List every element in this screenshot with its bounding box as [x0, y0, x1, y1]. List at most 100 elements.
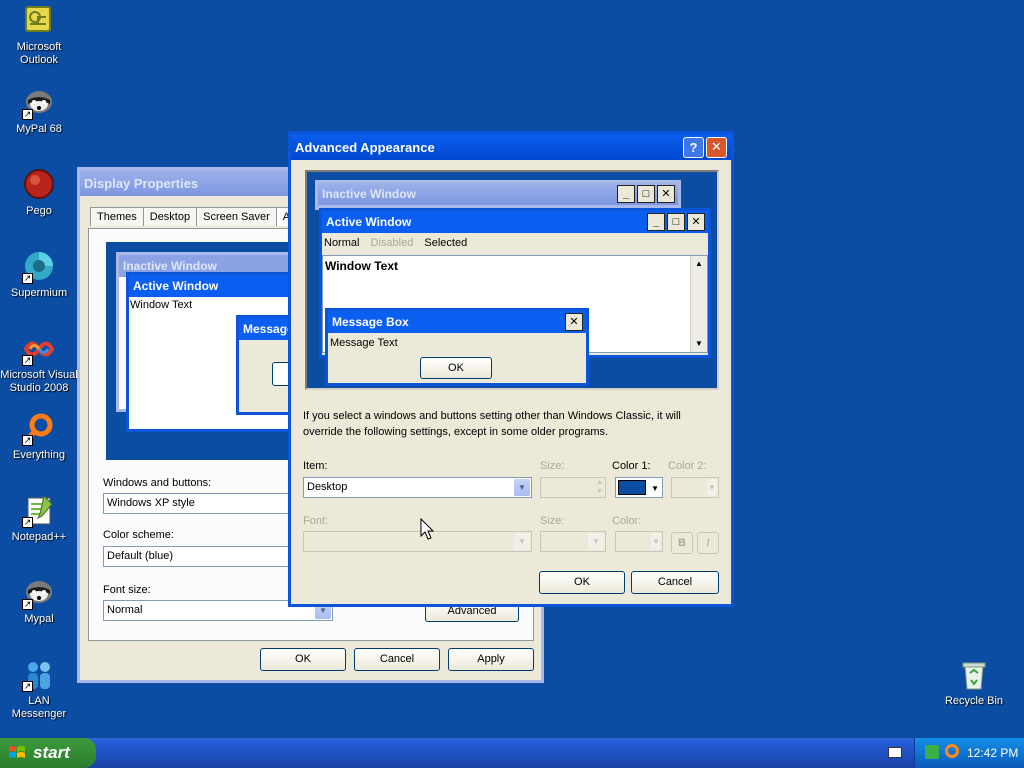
advanced-preview[interactable]: Inactive Window _ □ ✕ Active Window _ □ ✕ No…: [305, 170, 719, 390]
close-icon[interactable]: ✕: [706, 136, 727, 158]
preview-message-title-text: Message Box: [332, 315, 409, 329]
preview-inactive-title-text: Inactive Window: [322, 187, 416, 201]
maximize-icon: □: [667, 213, 685, 231]
everything-icon: ↗: [22, 412, 56, 446]
preview-message-box: Message Box ✕ Message Text OK: [325, 308, 589, 386]
advanced-appearance-titlebar[interactable]: Advanced Appearance ? ✕: [291, 134, 731, 160]
shortcut-arrow-icon: ↗: [22, 599, 33, 610]
recycle-bin-icon: [957, 658, 991, 692]
preview-scrollbar: ▲ ▼: [690, 256, 707, 352]
font-size-select[interactable]: ▼: [540, 531, 606, 552]
windows-buttons-value: Windows XP style: [107, 497, 195, 509]
tab-desktop[interactable]: Desktop: [142, 207, 198, 226]
clock[interactable]: 12:42 PM: [967, 746, 1018, 760]
color-scheme-value: Default (blue): [107, 550, 174, 562]
visual-studio-icon: ↗: [22, 332, 56, 366]
shortcut-arrow-icon: ↗: [22, 273, 33, 284]
scroll-up-icon: ▲: [695, 259, 703, 268]
window-title: Advanced Appearance: [295, 139, 435, 155]
preview-menu-bar: Normal Disabled Selected: [322, 233, 708, 253]
desktop-icon-mypal-68[interactable]: ↗ MyPal 68: [0, 86, 78, 136]
desktop-icon-notepadpp[interactable]: ↗ Notepad++: [0, 494, 78, 544]
shortcut-arrow-icon: ↗: [22, 109, 33, 120]
desktop-icon-outlook[interactable]: Microsoft Outlook: [0, 4, 78, 67]
shortcut-arrow-icon: ↗: [22, 435, 33, 446]
bold-button[interactable]: B: [671, 532, 693, 554]
tab-themes[interactable]: Themes: [90, 207, 144, 226]
windows-flag-icon: [9, 746, 25, 758]
close-icon: ✕: [657, 185, 675, 203]
item-select[interactable]: Desktop ▼: [303, 477, 532, 498]
minimize-icon: _: [617, 185, 635, 203]
spinner-arrows-icon: ▲ ▼: [596, 479, 603, 495]
notepadpp-icon: ↗: [22, 494, 56, 528]
item-value: Desktop: [307, 481, 348, 493]
lan-messenger-icon: ↗: [22, 658, 56, 692]
chevron-down-icon: ▼: [514, 533, 530, 550]
tab-screen-saver[interactable]: Screen Saver: [196, 207, 277, 226]
ok-button[interactable]: OK: [539, 571, 625, 594]
minimize-icon: _: [647, 213, 665, 231]
close-icon: ✕: [687, 213, 705, 231]
size-spinner[interactable]: ▲ ▼: [540, 477, 606, 498]
start-label: start: [33, 743, 70, 762]
dropdown-arrow-icon: ▼: [651, 484, 659, 493]
preview-message-text: Message Text: [330, 337, 398, 349]
cancel-button[interactable]: Cancel: [631, 571, 719, 594]
help-icon[interactable]: ?: [683, 136, 704, 158]
search-tray-icon[interactable]: [945, 744, 959, 758]
preview-message-title: Message Box ✕: [328, 311, 586, 333]
keyboard-icon[interactable]: [888, 747, 902, 758]
pego-icon: [22, 168, 56, 202]
raccoon-icon: ↗: [22, 86, 56, 120]
desktop-icon-recycle-bin[interactable]: Recycle Bin: [935, 658, 1013, 708]
desktop-icon-pego[interactable]: Pego: [0, 168, 78, 218]
maximize-icon: □: [637, 185, 655, 203]
apply-button[interactable]: Apply: [448, 648, 534, 671]
desktop-icon-visual-studio-2008[interactable]: ↗ Microsoft Visual Studio 2008: [0, 332, 78, 395]
font-color-label: Color:: [612, 515, 642, 527]
close-icon: ✕: [565, 313, 583, 331]
size-label: Size:: [540, 460, 565, 472]
preview-active-buttons: _ □ ✕: [647, 213, 705, 231]
item-label: Item:: [303, 460, 328, 472]
ok-button[interactable]: OK: [260, 648, 346, 671]
color1-picker[interactable]: ▼: [615, 477, 663, 498]
preview-message-buttons: ✕: [565, 313, 583, 331]
chevron-down-icon: ▼: [588, 533, 604, 550]
desktop-icon-everything[interactable]: ↗ Everything: [0, 412, 78, 462]
preview-menu-disabled: Disabled: [370, 237, 414, 249]
mouse-cursor-icon: [420, 517, 435, 543]
shortcut-arrow-icon: ↗: [22, 355, 33, 366]
color2-label: Color 2:: [668, 460, 707, 472]
network-tray-icon[interactable]: [925, 745, 939, 759]
raccoon-icon: ↗: [22, 576, 56, 610]
start-button[interactable]: start: [0, 738, 96, 768]
preview-active-title-text: Active Window: [326, 215, 412, 229]
system-tray: 12:42 PM: [914, 738, 1024, 768]
preview-menu-selected: Selected: [424, 237, 468, 249]
preview-inactive-buttons: _ □ ✕: [617, 185, 675, 203]
color1-swatch: [618, 480, 646, 495]
desktop-icon-mypal[interactable]: ↗ Mypal: [0, 576, 78, 626]
font-size-value: Normal: [107, 604, 143, 616]
preview-window-text: Window Text: [325, 259, 398, 273]
color2-picker[interactable]: ▼: [671, 477, 719, 498]
font-color-picker[interactable]: ▼: [615, 531, 663, 552]
cancel-button[interactable]: Cancel: [354, 648, 440, 671]
chevron-down-icon[interactable]: ▼: [514, 479, 530, 496]
info-text: If you select a windows and buttons sett…: [303, 410, 681, 438]
preview-inactive-title: Inactive Window _ □ ✕: [318, 183, 678, 205]
preview-inactive-window: Inactive Window _ □ ✕: [315, 180, 681, 210]
preview-active-title: Active Window _ □ ✕: [322, 211, 708, 233]
font-size-label: Font size:: [103, 584, 151, 596]
chevron-down-icon: ▼: [651, 533, 661, 550]
italic-button[interactable]: I: [697, 532, 719, 554]
desktop-icon-supermium[interactable]: ↗ Supermium: [0, 250, 78, 300]
shortcut-arrow-icon: ↗: [22, 681, 33, 692]
font-select[interactable]: ▼: [303, 531, 532, 552]
color-scheme-label: Color scheme:: [103, 529, 174, 541]
tab-strip: Themes Desktop Screen Saver A: [90, 207, 298, 226]
desktop-icon-lan-messenger[interactable]: ↗ LAN Messenger: [0, 658, 78, 721]
font-label: Font:: [303, 515, 329, 527]
